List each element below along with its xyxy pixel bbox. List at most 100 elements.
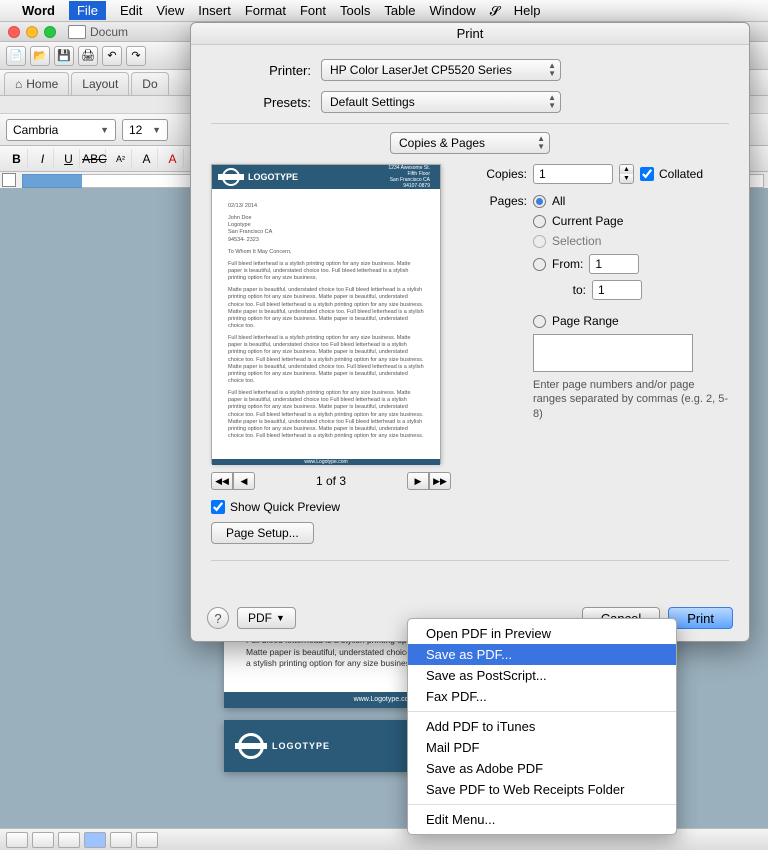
menu-add-to-itunes[interactable]: Add PDF to iTunes	[408, 716, 676, 737]
system-menubar: Word File Edit View Insert Format Font T…	[0, 0, 768, 22]
show-preview-input[interactable]	[211, 500, 225, 514]
prev-page-button[interactable]: ◀	[233, 472, 255, 490]
page-setup-button[interactable]: Page Setup...	[211, 522, 314, 544]
menu-edit[interactable]: Edit	[120, 3, 142, 18]
tab-stop-icon[interactable]	[2, 173, 16, 187]
print-button[interactable]: 🖨	[78, 46, 98, 66]
copies-input[interactable]	[533, 164, 613, 184]
from-label: From:	[552, 257, 583, 271]
traffic-zoom-icon[interactable]	[44, 26, 56, 38]
menu-open-pdf-preview[interactable]: Open PDF in Preview	[408, 623, 676, 644]
preview-address: 1234 Awesome St. Fifth Floor San Francis…	[388, 165, 430, 189]
stepper-up-icon[interactable]: ▲	[620, 165, 633, 174]
tab-layout[interactable]: Layout	[71, 72, 129, 95]
view-print-layout-button[interactable]	[84, 832, 106, 848]
font-size-select[interactable]: 12▼	[122, 119, 168, 141]
page-range-input[interactable]	[533, 334, 693, 372]
collated-input[interactable]	[640, 167, 654, 181]
bold-button[interactable]: B	[6, 149, 28, 169]
show-preview-checkbox[interactable]: Show Quick Preview	[211, 500, 451, 514]
italic-button[interactable]: I	[32, 149, 54, 169]
menu-tools[interactable]: Tools	[340, 3, 370, 18]
radio-selection	[533, 235, 546, 248]
superscript-button[interactable]: A²	[110, 149, 132, 169]
to-label: to:	[552, 283, 586, 297]
print-preview: LOGOTYPE 1234 Awesome St. Fifth Floor Sa…	[211, 164, 441, 464]
first-page-button[interactable]: ◀◀	[211, 472, 233, 490]
collated-checkbox[interactable]: Collated	[640, 167, 703, 181]
strikethrough-button[interactable]: ABC	[84, 149, 106, 169]
pdf-dropdown-menu: Open PDF in Preview Save as PDF... Save …	[407, 618, 677, 835]
menu-window[interactable]: Window	[429, 3, 475, 18]
copies-stepper[interactable]: ▲▼	[619, 164, 634, 184]
radio-current-label: Current Page	[552, 214, 623, 228]
next-page-button[interactable]: ▶	[407, 472, 429, 490]
menu-help[interactable]: Help	[514, 3, 541, 18]
menu-fax-pdf[interactable]: Fax PDF...	[408, 686, 676, 707]
open-button[interactable]: 📂	[30, 46, 50, 66]
traffic-minimize-icon[interactable]	[26, 26, 38, 38]
radio-all[interactable]	[533, 195, 546, 208]
highlight-button[interactable]: A	[136, 149, 158, 169]
presets-label: Presets:	[211, 95, 311, 110]
new-doc-button[interactable]: 📄	[6, 46, 26, 66]
radio-current[interactable]	[533, 215, 546, 228]
tab-document[interactable]: Do	[131, 72, 168, 95]
traffic-close-icon[interactable]	[8, 26, 20, 38]
menu-save-as-pdf[interactable]: Save as PDF...	[408, 644, 676, 665]
document-icon	[68, 25, 86, 39]
printer-select[interactable]: HP Color LaserJet CP5520 Series▲▼	[321, 59, 561, 81]
menu-view[interactable]: View	[156, 3, 184, 18]
font-color-button[interactable]: A	[162, 149, 184, 169]
radio-page-range[interactable]	[533, 315, 546, 328]
menu-save-adobe-pdf[interactable]: Save as Adobe PDF	[408, 758, 676, 779]
ruler-indent-marker[interactable]	[22, 174, 82, 188]
pdf-menu-button[interactable]: PDF▼	[237, 607, 296, 629]
menu-insert[interactable]: Insert	[198, 3, 231, 18]
chevron-down-icon: ▼	[276, 613, 285, 623]
document-title: Docum	[68, 25, 128, 39]
menu-mail-pdf[interactable]: Mail PDF	[408, 737, 676, 758]
select-arrows-icon: ▲▼	[537, 135, 545, 151]
menu-table[interactable]: Table	[384, 3, 415, 18]
section-select[interactable]: Copies & Pages▲▼	[390, 132, 550, 154]
font-name-select[interactable]: Cambria▼	[6, 119, 116, 141]
printer-label: Printer:	[211, 63, 311, 78]
print-dialog: Print Printer: HP Color LaserJet CP5520 …	[190, 22, 750, 642]
to-input[interactable]	[592, 280, 642, 300]
menu-edit-menu[interactable]: Edit Menu...	[408, 809, 676, 830]
undo-button[interactable]: ↶	[102, 46, 122, 66]
app-name[interactable]: Word	[22, 3, 55, 18]
menu-save-web-receipts[interactable]: Save PDF to Web Receipts Folder	[408, 779, 676, 800]
redo-button[interactable]: ↷	[126, 46, 146, 66]
menu-script-icon[interactable]: 𝓢	[490, 3, 500, 19]
pages-label: Pages:	[471, 194, 527, 208]
menu-save-as-postscript[interactable]: Save as PostScript...	[408, 665, 676, 686]
select-arrows-icon: ▲▼	[548, 94, 556, 110]
menu-font[interactable]: Font	[300, 3, 326, 18]
view-focus-button[interactable]	[136, 832, 158, 848]
from-input[interactable]	[589, 254, 639, 274]
view-draft-button[interactable]	[6, 832, 28, 848]
page-range-hint: Enter page numbers and/or page ranges se…	[533, 378, 729, 421]
stepper-down-icon[interactable]: ▼	[620, 174, 633, 183]
help-button[interactable]: ?	[207, 607, 229, 629]
radio-from[interactable]	[533, 258, 546, 271]
view-publishing-button[interactable]	[58, 832, 80, 848]
menu-format[interactable]: Format	[245, 3, 286, 18]
dialog-title: Print	[191, 23, 749, 45]
underline-button[interactable]: U	[58, 149, 80, 169]
view-outline-button[interactable]	[32, 832, 54, 848]
logo-text: LOGOTYPE	[272, 741, 330, 751]
preview-body: 02/13/ 2014 John DoeLogotypeSan Francisc…	[212, 189, 440, 459]
radio-all-label: All	[552, 194, 565, 208]
view-notebook-button[interactable]	[110, 832, 132, 848]
logo-icon	[238, 733, 264, 759]
presets-select[interactable]: Default Settings▲▼	[321, 91, 561, 113]
tab-home[interactable]: ⌂Home	[4, 72, 69, 95]
menu-file[interactable]: File	[69, 1, 106, 20]
print-button[interactable]: Print	[668, 607, 733, 629]
save-button[interactable]: 💾	[54, 46, 74, 66]
last-page-button[interactable]: ▶▶	[429, 472, 451, 490]
select-arrows-icon: ▲▼	[548, 62, 556, 78]
